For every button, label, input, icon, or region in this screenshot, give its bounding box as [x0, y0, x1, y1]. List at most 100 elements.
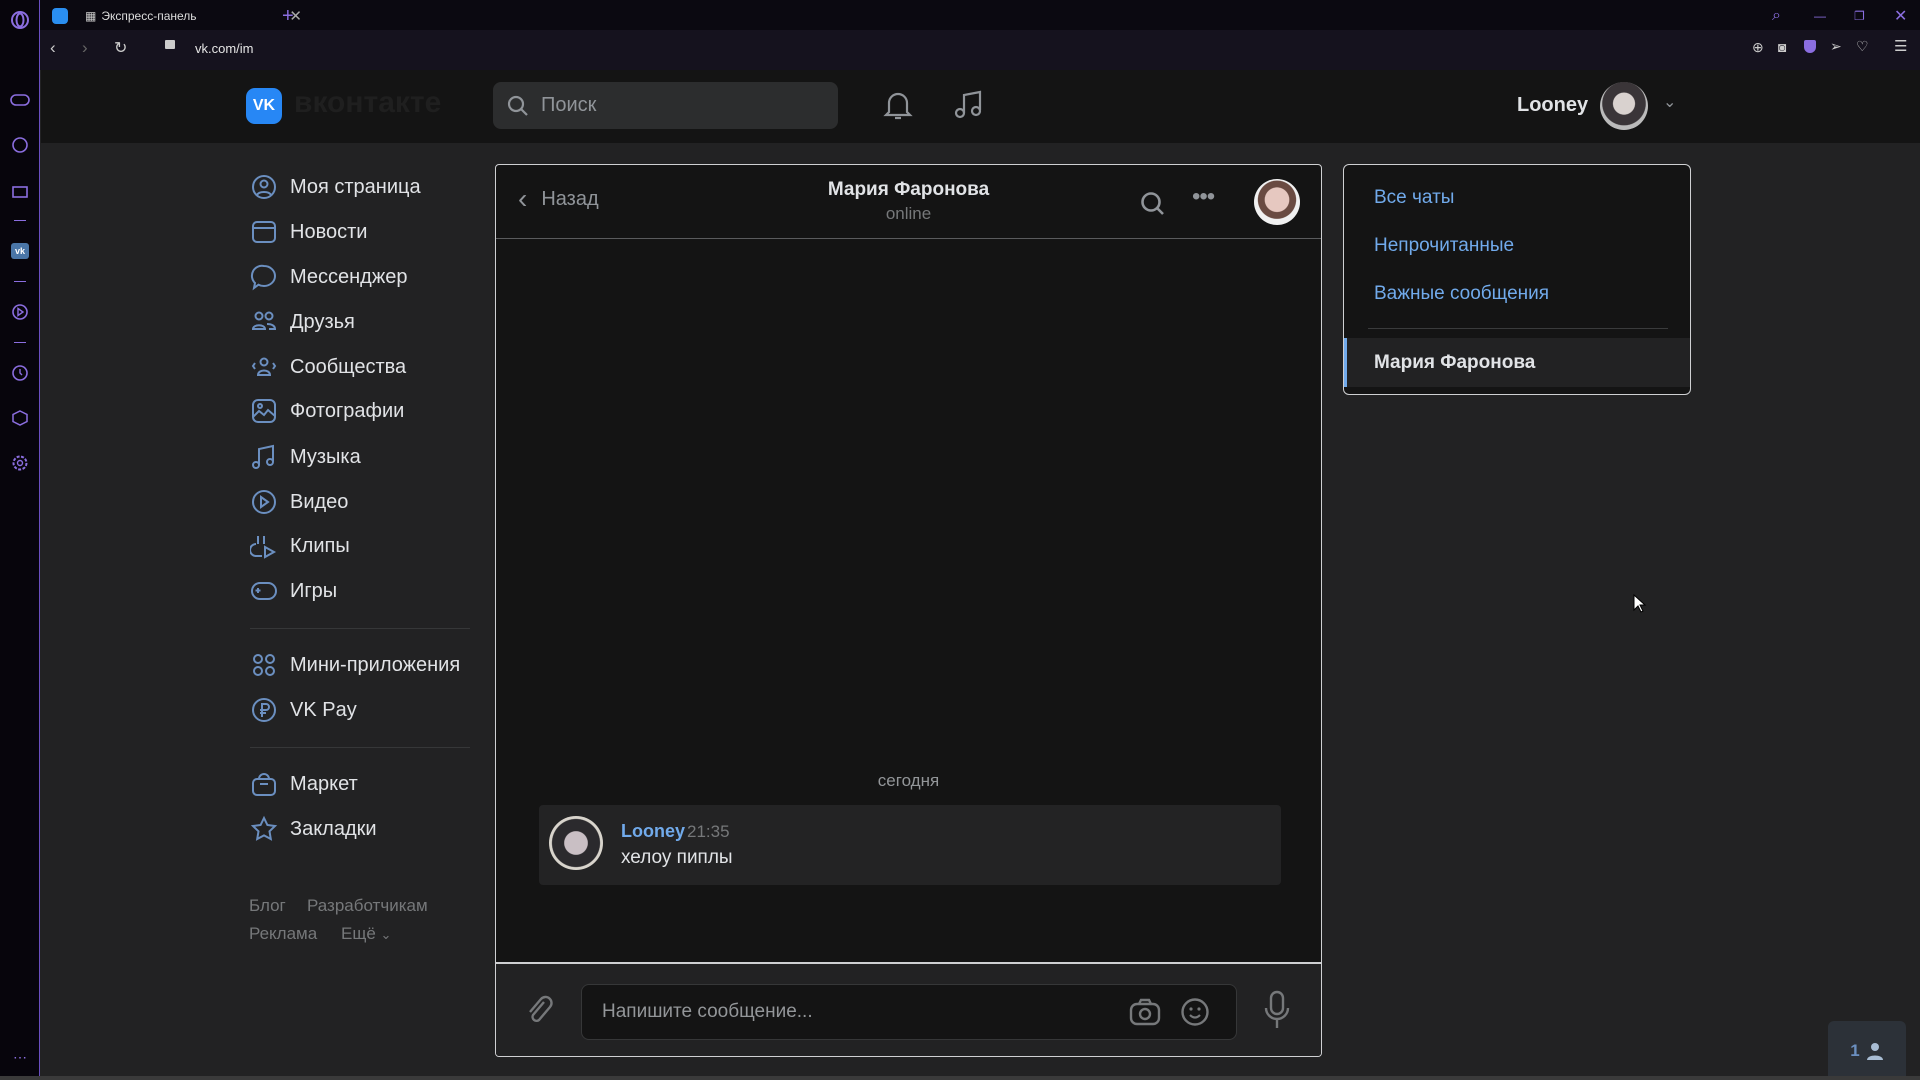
nav-vk-pay[interactable]: VK Pay [250, 695, 357, 725]
search-icon [507, 95, 528, 116]
more-icon[interactable]: ⋯ [8, 1045, 32, 1069]
history-icon[interactable] [8, 361, 32, 385]
restore-button[interactable]: ❐ [1854, 2, 1865, 30]
settings-icon[interactable] [8, 451, 32, 475]
player-icon[interactable] [8, 300, 32, 324]
bell-icon[interactable] [883, 90, 913, 122]
vk-sidebar-icon[interactable]: vk [8, 239, 32, 263]
music-icon[interactable] [954, 89, 984, 121]
gamepad-icon[interactable] [8, 88, 32, 112]
sidebar-separator [14, 281, 26, 282]
nav-photos[interactable]: Фотографии [250, 396, 404, 426]
heart-icon[interactable]: ♡ [1856, 38, 1869, 55]
mouse-cursor-icon [1633, 594, 1647, 613]
sidebar-separator [14, 342, 26, 343]
message-author[interactable]: Looney [621, 821, 685, 842]
tab-label: Экспресс-панель [101, 9, 197, 23]
nav-label: Сообщества [290, 355, 407, 378]
online-counter-widget[interactable]: 1 [1828, 1021, 1906, 1080]
ruble-icon [252, 698, 276, 722]
chevron-down-icon: ⌄ [380, 927, 392, 942]
footer-link-ads[interactable]: Реклама [249, 924, 317, 944]
search-tabs-icon[interactable]: ⌕ [1772, 2, 1781, 30]
vpn-shield-icon[interactable] [1804, 40, 1816, 53]
speed-dial-icon[interactable] [8, 133, 32, 157]
nav-games[interactable]: Игры [250, 576, 337, 606]
minimize-button[interactable]: — [1814, 2, 1826, 30]
nav-messenger[interactable]: Мессенджер [250, 262, 407, 292]
nav-video[interactable]: Видео [250, 487, 348, 517]
online-count: 1 [1850, 1040, 1860, 1060]
snapshot-icon[interactable]: ◙ [1778, 39, 1786, 55]
nav-market[interactable]: Маркет [250, 769, 358, 799]
nav-label: Новости [290, 220, 368, 243]
close-window-button[interactable]: ✕ [1894, 2, 1907, 30]
nav-bookmarks[interactable]: Закладки [250, 814, 377, 844]
search-input[interactable]: Поиск [493, 82, 838, 129]
emoji-icon[interactable] [1180, 997, 1210, 1027]
message-time: 21:35 [687, 822, 730, 841]
new-tab-button[interactable]: + [282, 2, 294, 30]
panel-divider [1368, 328, 1668, 329]
camera-icon[interactable] [1129, 998, 1161, 1026]
star-icon [250, 815, 278, 841]
user-name[interactable]: Looney [1517, 94, 1588, 117]
contact-avatar[interactable] [1254, 179, 1300, 225]
chat-panel: ‹ Назад Мария Фаронова online ••• сегодн… [495, 164, 1322, 1057]
message-item[interactable]: Looney 21:35 хелоу пиплы [539, 805, 1281, 885]
nav-label: Маркет [290, 772, 358, 795]
forward-button[interactable]: › [82, 38, 88, 58]
opera-logo-icon[interactable] [8, 8, 32, 32]
nav-news[interactable]: Новости [250, 217, 367, 247]
nav-label: Игры [290, 579, 338, 602]
tab-bar: ▦ Экспресс-панель ✕ + ⌕ — ❐ ✕ [40, 0, 1920, 30]
message-avatar[interactable] [549, 816, 603, 870]
lock-icon [165, 40, 175, 49]
friends-icon [251, 311, 277, 330]
footer-more[interactable]: Ещё ⌄ [341, 924, 391, 944]
attach-icon[interactable] [524, 994, 554, 1028]
microphone-icon[interactable] [1264, 990, 1290, 1030]
chevron-down-icon[interactable]: ⌄ [1663, 92, 1676, 112]
filter-important[interactable]: Важные сообщения [1374, 283, 1549, 305]
filter-unread[interactable]: Непрочитанные [1374, 235, 1514, 257]
user-avatar[interactable] [1600, 82, 1648, 130]
date-separator: сегодня [877, 771, 940, 790]
pinned-tab-messenger[interactable] [40, 2, 80, 30]
nav-mini-apps[interactable]: Мини-приложения [250, 650, 460, 680]
footer-link-developers[interactable]: Разработчикам [307, 896, 428, 916]
nav-label: Мини-приложения [290, 653, 461, 676]
nav-music[interactable]: Музыка [250, 442, 361, 472]
extensions-icon[interactable] [8, 406, 32, 430]
easy-setup-icon[interactable]: ☰ [1894, 37, 1907, 55]
search-icon[interactable] [1139, 190, 1167, 218]
nav-clips[interactable]: Клипы [250, 531, 350, 561]
sidebar-separator [14, 220, 26, 221]
zoom-icon[interactable]: ⊕ [1752, 39, 1764, 56]
nav-communities[interactable]: Сообщества [250, 352, 406, 382]
url-field[interactable]: vk.com/im [195, 41, 254, 56]
selected-chat-item[interactable]: Мария Фаронова [1344, 338, 1690, 387]
back-button[interactable]: ‹ [50, 38, 56, 58]
clips-icon [250, 536, 277, 559]
gamepad-icon [251, 582, 277, 600]
send-icon[interactable]: ➢ [1830, 38, 1842, 55]
nav-friends[interactable]: Друзья [250, 307, 355, 337]
message-input[interactable]: Напишите сообщение... [581, 984, 1237, 1040]
bottom-scrollbar[interactable] [0, 1076, 1920, 1080]
briefcase-icon[interactable] [8, 178, 32, 202]
footer-link-blog[interactable]: Блог [249, 896, 286, 916]
address-bar: ‹ › ↻ vk.com/im ⊕ ◙ ➢ ♡ ☰ [40, 30, 1920, 70]
nav-my-page[interactable]: Моя страница [250, 172, 421, 202]
vk-logo-icon[interactable]: VK [246, 88, 282, 124]
filter-all-chats[interactable]: Все чаты [1374, 187, 1454, 209]
more-options-icon[interactable]: ••• [1192, 183, 1215, 211]
apps-icon [253, 654, 275, 676]
messenger-icon [52, 8, 68, 24]
nav-label: Мессенджер [290, 265, 408, 288]
reload-button[interactable]: ↻ [114, 38, 127, 58]
communities-icon [251, 357, 277, 376]
chat-header: ‹ Назад Мария Фаронова online ••• [496, 165, 1321, 239]
tab-express-panel[interactable]: ▦ Экспресс-панель ✕ [80, 2, 310, 30]
nav-label: Фотографии [290, 399, 405, 422]
